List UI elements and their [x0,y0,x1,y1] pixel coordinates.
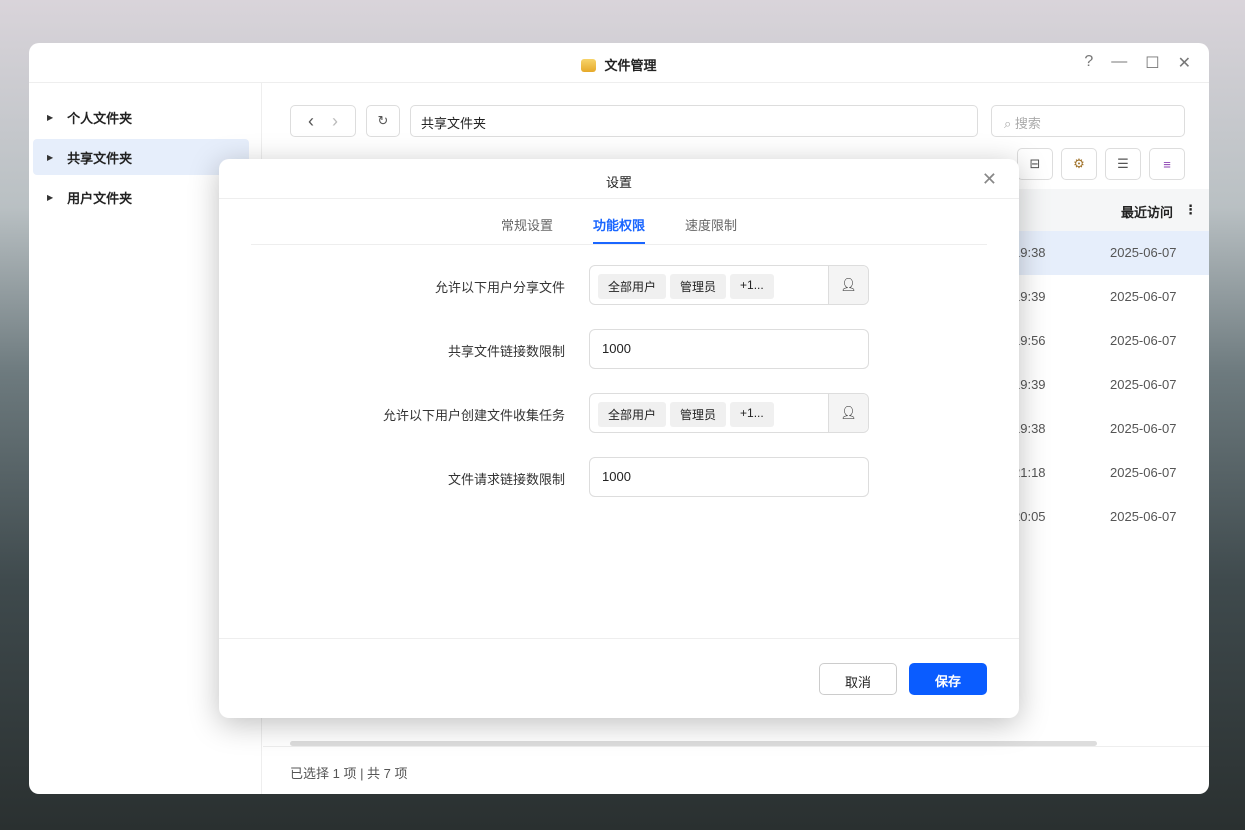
share-users-row: 允许以下用户分享文件 全部用户 管理员 +1... 👤︎ [219,265,1019,305]
dialog-close-button[interactable]: ✕ [982,169,997,190]
refresh-button[interactable]: ↻ [366,105,400,137]
view-mode-button[interactable]: ☰ [1105,148,1141,180]
share-users-select[interactable]: 全部用户 管理员 +1... 👤︎ [589,265,869,305]
save-button[interactable]: 保存 [909,663,987,695]
sidebar-item-label: 共享文件夹 [67,150,133,166]
maximize-button[interactable]: ☐ [1145,53,1159,73]
close-button[interactable]: ✕ [1178,53,1191,73]
nav-buttons: ‹ › [290,105,356,137]
caret-right-icon[interactable]: ▶ [47,113,53,122]
row-date: 2025-06-07 [1110,377,1177,392]
share-link-limit-input[interactable]: 1000 [589,329,869,369]
help-button[interactable]: ? [1084,53,1093,73]
dialog-title: 设置 [219,159,1019,199]
path-input[interactable]: 共享文件夹 [410,105,978,137]
minimize-button[interactable]: — [1111,53,1127,73]
back-button[interactable]: ‹ [308,111,314,132]
gear-icon: ⚙ [1073,156,1085,171]
user-picker-button[interactable]: 👤︎ [828,394,868,432]
tab-speed-limit[interactable]: 速度限制 [685,199,737,244]
sidebar-item-user[interactable]: ▶ 用户文件夹 [33,179,249,215]
list-icon: ☰ [1117,156,1129,171]
sidebar-item-label: 用户文件夹 [67,190,133,206]
search-placeholder: 搜索 [1014,116,1041,131]
user-tag: +1... [730,274,774,299]
settings-dialog: 设置 ✕ 常规设置 功能权限 速度限制 允许以下用户分享文件 全部用户 管理员 +1… [219,159,1019,718]
collect-users-row: 允许以下用户创建文件收集任务 全部用户 管理员 +1... 👤︎ [219,393,1019,433]
tab-general[interactable]: 常规设置 [501,199,553,244]
sort-icon: ≡ [1163,156,1171,172]
more-icon[interactable]: ⋮ [1184,202,1197,218]
share-link-limit-row: 共享文件链接数限制 1000 [219,329,1019,369]
user-tag: 管理员 [670,274,727,299]
title-bar: 文件管理 ? — ☐ ✕ [29,43,1209,83]
folder-icon [581,59,597,72]
row-date: 2025-06-07 [1110,333,1177,348]
user-tag: 管理员 [670,402,727,427]
caret-right-icon[interactable]: ▶ [47,193,53,202]
sidebar-item-personal[interactable]: ▶ 个人文件夹 [33,99,249,135]
forward-button[interactable]: › [332,111,338,132]
cancel-button[interactable]: 取消 [819,663,897,695]
row-date: 2025-06-07 [1110,421,1177,436]
status-bar: 已选择 1 项 | 共 7 项 [263,746,1209,794]
field-label: 文件请求链接数限制 [447,472,565,487]
user-tag: 全部用户 [598,274,667,299]
row-date: 2025-06-07 [1110,465,1177,480]
tab-permissions[interactable]: 功能权限 [592,199,646,244]
user-picker-button[interactable]: 👤︎ [828,266,868,304]
sidebar-item-label: 个人文件夹 [67,110,133,126]
field-label: 共享文件链接数限制 [447,344,565,359]
user-icon: 👤︎ [840,405,857,420]
window-title: 文件管理 [29,55,1209,74]
caret-right-icon[interactable]: ▶ [47,153,53,162]
user-tag: 全部用户 [598,402,667,427]
field-label: 允许以下用户创建文件收集任务 [382,408,565,423]
briefcase-icon: ⊟ [1029,156,1041,171]
window-title-text: 文件管理 [604,58,657,73]
user-icon: 👤︎ [840,277,857,292]
row-date: 2025-06-07 [1110,289,1177,304]
request-link-limit-input[interactable]: 1000 [589,457,869,497]
row-date: 2025-06-07 [1110,509,1177,524]
settings-button[interactable]: ⚙ [1061,148,1097,180]
field-label: 允许以下用户分享文件 [434,280,565,295]
column-header-last-access[interactable]: 最近访问 [1121,202,1173,221]
sidebar-item-shared[interactable]: ▶ 共享文件夹 [33,139,249,175]
search-input[interactable]: ⌕ 搜索 [991,105,1185,137]
user-tag: +1... [730,402,774,427]
share-button[interactable]: ⊟ [1017,148,1053,180]
sort-button[interactable]: ≡ [1149,148,1185,180]
row-date: 2025-06-07 [1110,245,1177,260]
collect-users-select[interactable]: 全部用户 管理员 +1... 👤︎ [589,393,869,433]
request-link-limit-row: 文件请求链接数限制 1000 [219,457,1019,497]
